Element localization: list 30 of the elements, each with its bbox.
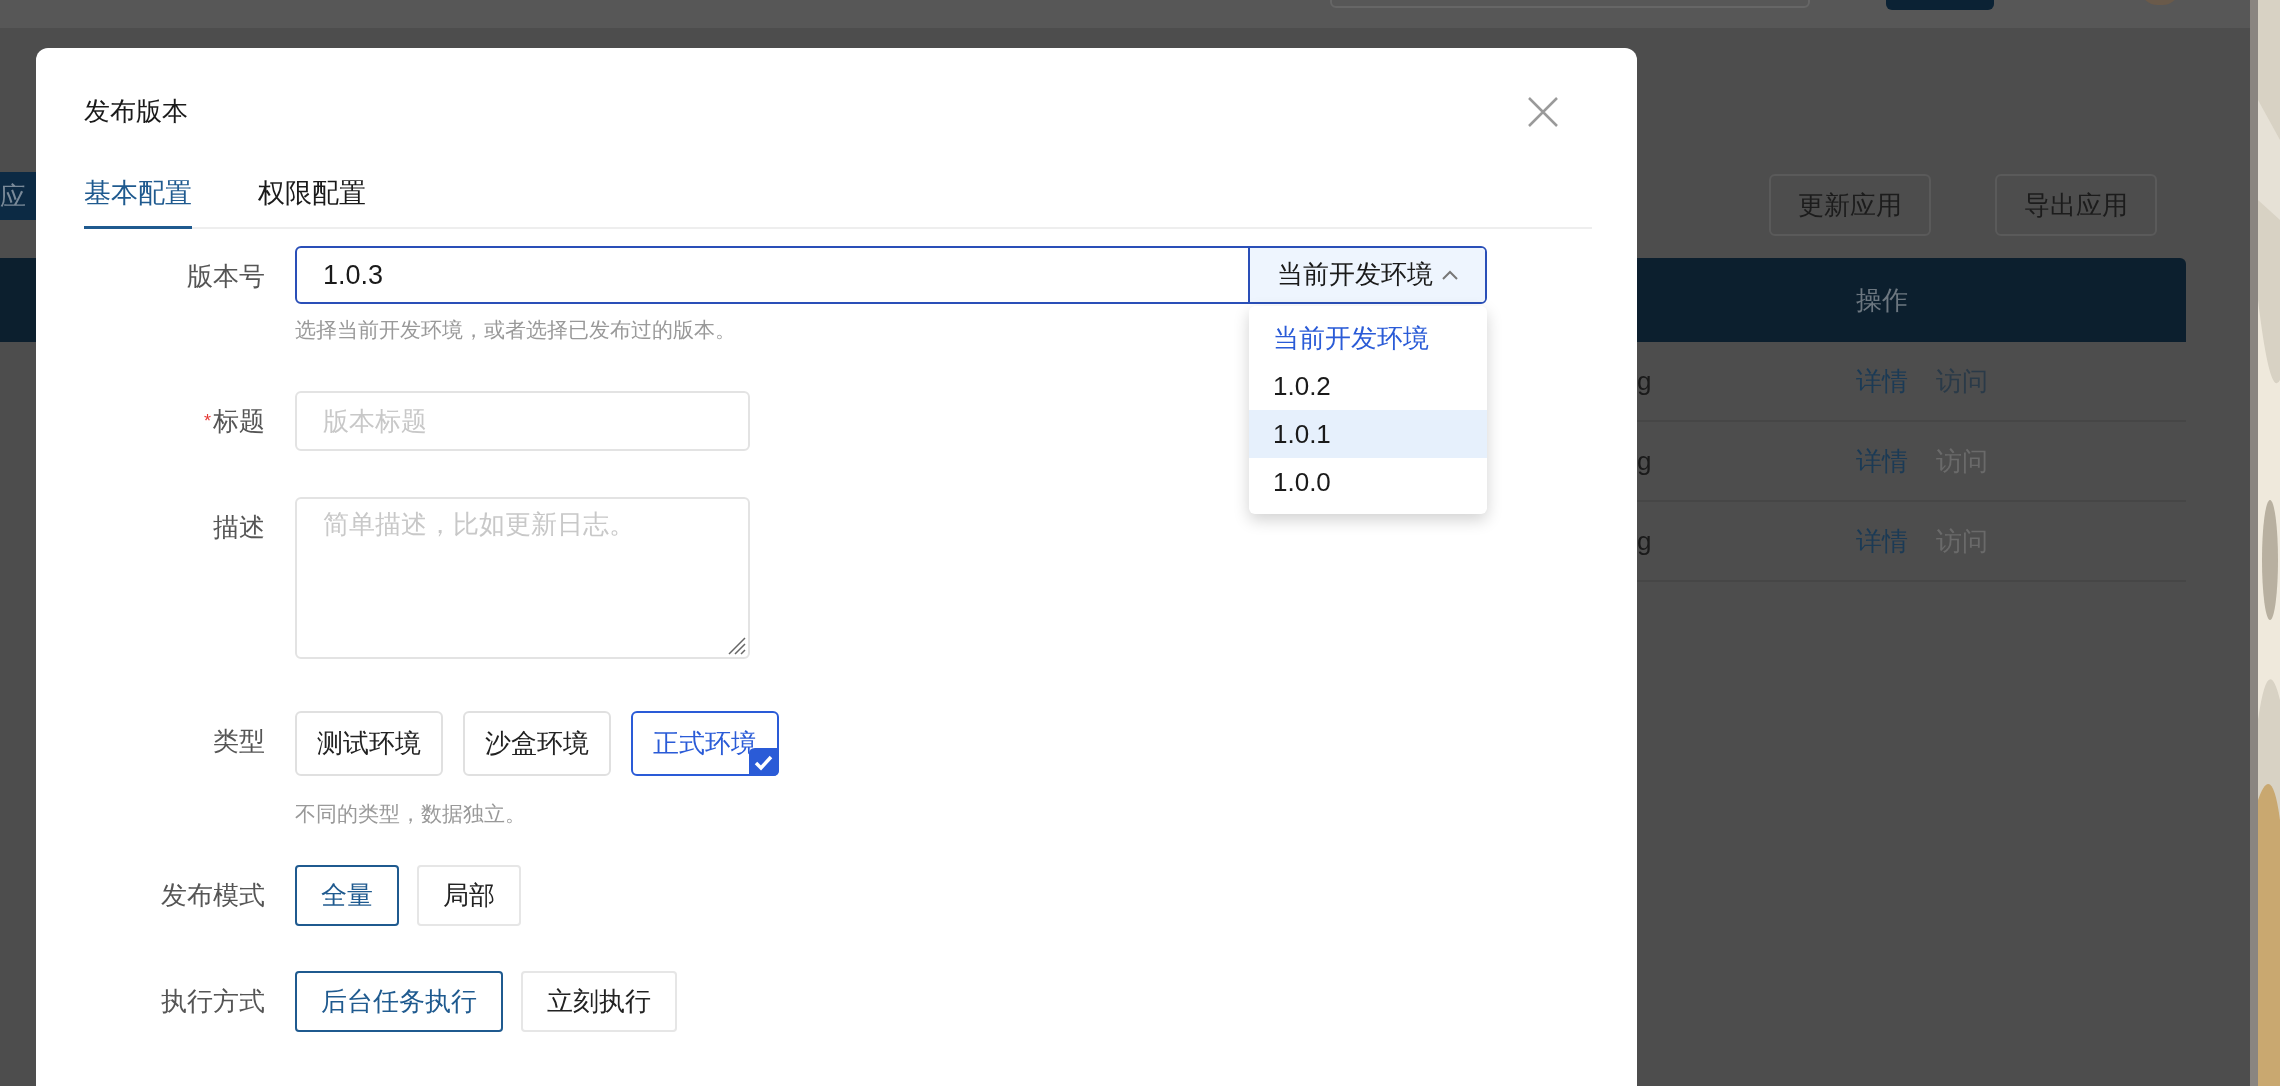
field-label: 标题 <box>213 405 265 438</box>
field-hint: 选择当前开发环境，或者选择已发布过的版本。 <box>295 316 736 343</box>
field-label: 类型 <box>213 725 265 758</box>
field-label: 执行方式 <box>161 984 265 1018</box>
option-button[interactable]: 沙盒环境 <box>463 711 611 776</box>
option-button[interactable]: 全量 <box>295 864 399 926</box>
tab[interactable]: 基本配置 <box>84 173 192 229</box>
close-icon[interactable] <box>1527 95 1559 128</box>
column-header: 操作 <box>1856 283 1908 317</box>
dropdown-option[interactable]: 1.0.1 <box>1249 409 1487 458</box>
field-label: 描述 <box>213 511 265 544</box>
tab[interactable]: 权限配置 <box>258 173 366 229</box>
dialog-title: 发布版本 <box>84 95 188 128</box>
caret-icon <box>1440 268 1459 281</box>
option-button[interactable]: 后台任务执行 <box>295 970 503 1032</box>
option-button[interactable]: 局部 <box>417 864 521 926</box>
dropdown-option[interactable]: 1.0.0 <box>1249 457 1487 506</box>
field-hint: 不同的类型，数据独立。 <box>295 801 526 827</box>
app-button[interactable]: 应 <box>0 172 36 220</box>
option-button[interactable]: 测试环境 <box>295 711 443 776</box>
version-select[interactable]: 当前开发环境 <box>1248 247 1485 302</box>
dropdown-option[interactable]: 1.0.2 <box>1249 361 1487 410</box>
field-label: 版本号 <box>187 259 265 293</box>
required-asterisk: * <box>204 410 211 433</box>
field-label: 发布模式 <box>161 878 265 912</box>
dropdown-option[interactable]: 当前开发环境 <box>1249 313 1487 362</box>
version-field[interactable]: 1.0.3 当前开发环境 <box>295 245 1487 304</box>
version-value: 1.0.3 <box>322 258 385 292</box>
option-button[interactable]: 立刻执行 <box>521 970 677 1032</box>
resize-handle-icon <box>726 635 746 655</box>
